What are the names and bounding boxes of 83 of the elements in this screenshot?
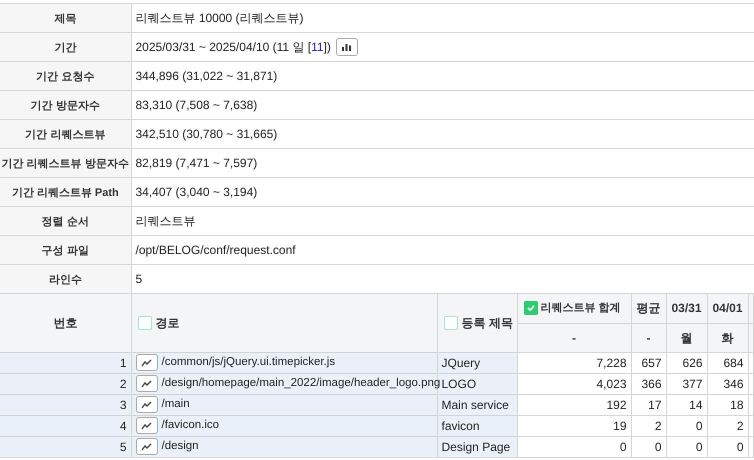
field-label: 기간 리퀘스트뷰 <box>25 128 106 141</box>
table-cell: 0 <box>696 440 702 454</box>
table-cell: 626 <box>682 356 702 370</box>
trend-button[interactable] <box>136 375 158 392</box>
column-subheader: 월 <box>680 330 692 344</box>
trend-button[interactable] <box>136 417 158 434</box>
field-value: 리퀘스트뷰 <box>136 214 196 228</box>
table-cell: 657 <box>641 356 662 370</box>
field-label: 제목 <box>54 12 76 25</box>
chart-button[interactable] <box>336 38 358 56</box>
field-value: 34,407 (3,040 ~ 3,194) <box>136 185 258 199</box>
table-cell: 2 <box>120 376 126 390</box>
field-label: 기간 요청수 <box>36 70 94 83</box>
field-value: /opt/BELOG/conf/request.conf <box>136 243 296 257</box>
trend-button[interactable] <box>136 438 158 455</box>
table-cell: Main service <box>442 398 509 412</box>
table-cell: 377 <box>682 376 702 390</box>
table-cell-text: /common/js/jQuery.ui.timepicker.js <box>162 354 336 370</box>
table-cell-text: /favicon.ico <box>162 418 220 433</box>
table-cell: 366 <box>641 376 662 390</box>
column-header: 03/31 <box>671 301 702 316</box>
column-header: 평균 <box>636 301 660 316</box>
trend-button[interactable] <box>136 354 158 371</box>
table-cell: 2 <box>736 418 744 432</box>
bar-chart-icon <box>342 43 352 51</box>
field-value: 83,310 (7,508 ~ 7,638) <box>136 98 258 112</box>
column-header: 경로 <box>156 314 180 332</box>
table-cell: 0 <box>654 440 662 454</box>
table-cell: 4,023 <box>596 376 626 390</box>
field-label: 기간 <box>54 42 76 54</box>
table-cell: JQuery <box>442 356 480 370</box>
field-label: 기간 리퀘스트뷰 Path <box>12 186 119 199</box>
table-cell-text: /main <box>162 396 190 412</box>
line-chart-icon <box>140 380 152 388</box>
table-cell: 0 <box>736 440 744 454</box>
table-cell: 4 <box>120 418 126 432</box>
table-cell: Design Page <box>442 440 510 454</box>
field-value: 5 <box>136 272 142 286</box>
column-subheader: - <box>646 330 650 344</box>
table-cell: 2 <box>654 418 662 432</box>
table-cell-text: /design <box>162 438 199 454</box>
table-cell: 3 <box>120 398 126 412</box>
column-subheader: - <box>572 330 576 344</box>
table-cell: 1 <box>120 356 126 370</box>
field-label: 구성 파일 <box>42 244 89 257</box>
table-cell: 5 <box>120 440 126 454</box>
table-cell: 17 <box>648 398 662 412</box>
column-header: 등록 제목 <box>462 314 513 332</box>
table-cell: 0 <box>696 418 702 432</box>
field-label: 정렬 순서 <box>42 216 89 228</box>
checkbox[interactable] <box>138 316 152 330</box>
column-header: 04/01 <box>712 301 743 316</box>
table-cell: 18 <box>730 398 744 412</box>
table-cell: 0 <box>620 440 626 454</box>
checkbox[interactable] <box>524 301 538 316</box>
trend-button[interactable] <box>136 396 158 413</box>
checkbox[interactable] <box>444 316 458 330</box>
table-cell: 14 <box>689 398 702 412</box>
table-cell: 7,228 <box>596 356 626 370</box>
field-label: 라인수 <box>48 274 82 286</box>
line-chart-icon <box>140 442 152 450</box>
column-header: 번호 <box>53 316 78 330</box>
field-value: 리퀘스트뷰 10000 (리퀘스트뷰) <box>136 11 304 25</box>
field-label: 기간 리퀘스트뷰 방문자수 <box>2 158 129 170</box>
checkmark-icon <box>526 303 536 314</box>
line-chart-icon <box>140 422 152 430</box>
column-header: 리퀘스트뷰 합계 <box>540 301 621 316</box>
table-cell: 684 <box>723 356 744 370</box>
column-subheader: 화 <box>722 330 734 344</box>
field-value: 342,510 (30,780 ~ 31,665) <box>136 127 278 141</box>
line-chart-icon <box>140 358 152 366</box>
table-cell: 19 <box>613 418 626 432</box>
line-chart-icon <box>140 400 152 408</box>
table-cell-text: /design/homepage/main_2022/image/header_logo.png <box>162 376 440 391</box>
field-value: 2025/03/31 ~ 2025/04/10 (11 일 [11]) <box>136 39 331 56</box>
table-cell: LOGO <box>442 376 476 390</box>
day-count-link[interactable]: 11 <box>311 40 324 54</box>
field-value: 344,896 (31,022 ~ 31,871) <box>136 69 278 83</box>
table-cell: 192 <box>606 398 626 412</box>
table-cell: 346 <box>723 376 744 390</box>
table-cell: favicon <box>442 418 480 432</box>
field-value: 82,819 (7,471 ~ 7,597) <box>136 156 258 170</box>
field-label: 기간 방문자수 <box>30 100 100 112</box>
